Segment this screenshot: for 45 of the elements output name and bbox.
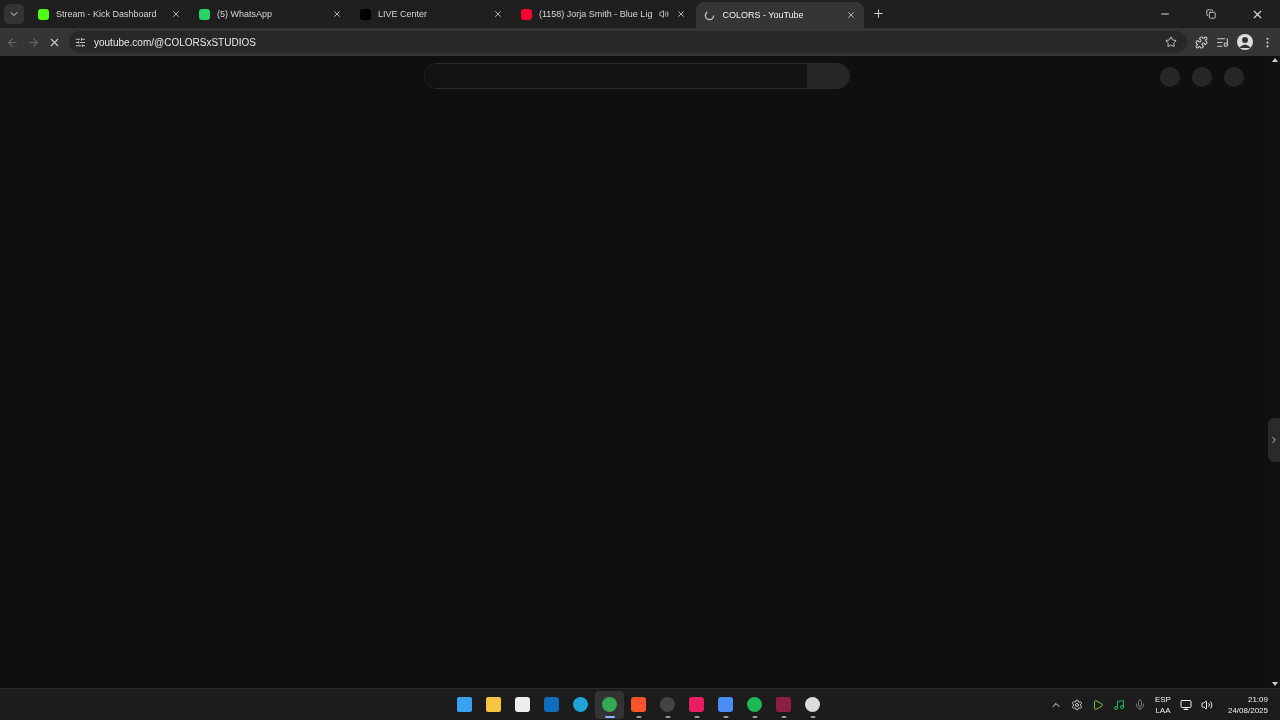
browser-tab[interactable]: COLORS - YouTube (696, 2, 865, 28)
browser-tab[interactable]: LIVE Center (352, 0, 511, 28)
scroll-down-arrow-icon[interactable] (1271, 680, 1279, 688)
url-text: youtube.com/@COLORSxSTUDIOS (94, 36, 257, 48)
site-favicon-icon (199, 8, 210, 20)
play-icon[interactable] (1091, 698, 1104, 711)
close-tab-button[interactable] (676, 9, 687, 19)
taskbar-app-button[interactable] (595, 690, 624, 719)
volume-icon[interactable] (1200, 698, 1213, 711)
site-favicon-icon (38, 8, 49, 20)
icon-placeholder (1160, 67, 1180, 87)
scrollbar[interactable] (1270, 56, 1280, 688)
tab-title: (5) WhatsApp (217, 9, 274, 19)
tab-title: Stream - Kick Dashboard (56, 9, 158, 19)
extensions-button[interactable] (1195, 35, 1208, 49)
close-tab-button[interactable] (332, 9, 342, 19)
tab-title: (1158) Jorja Smith - Blue Lig (539, 9, 653, 19)
media-controls-button[interactable] (1216, 35, 1229, 49)
bookmark-star-icon[interactable] (1165, 36, 1177, 48)
scroll-up-arrow-icon[interactable] (1271, 56, 1279, 64)
browser-tab[interactable]: (5) WhatsApp (191, 0, 350, 28)
input-language-indicator[interactable]: ESP LAA (1154, 693, 1171, 716)
clock[interactable]: 21:09 24/08/2025 (1227, 693, 1268, 716)
close-tab-button[interactable] (846, 10, 857, 20)
close-tab-button[interactable] (493, 9, 503, 19)
avatar-placeholder (1224, 67, 1244, 87)
tab-title: COLORS - YouTube (722, 10, 805, 20)
browser-tab[interactable]: (1158) Jorja Smith - Blue Lig (513, 0, 695, 28)
address-bar[interactable]: youtube.com/@COLORSxSTUDIOS (69, 31, 1187, 53)
new-tab-button[interactable] (872, 7, 886, 20)
profile-avatar[interactable] (1237, 34, 1253, 50)
network-icon[interactable] (1179, 698, 1192, 711)
restore-icon (1206, 9, 1216, 19)
loading-spinner-icon (704, 9, 716, 21)
site-favicon-icon (360, 8, 371, 20)
site-favicon-icon (521, 8, 532, 20)
tab-title: LIVE Center (378, 9, 429, 19)
close-tab-button[interactable] (171, 9, 181, 19)
microphone-icon[interactable] (1133, 698, 1146, 711)
music-icon[interactable] (1112, 698, 1125, 711)
tab-search-button[interactable] (4, 4, 24, 24)
side-panel-handle[interactable] (1268, 418, 1280, 462)
site-info-icon (75, 36, 86, 48)
icon-placeholder (1192, 67, 1212, 87)
browser-tab[interactable]: Stream - Kick Dashboard (30, 0, 189, 28)
